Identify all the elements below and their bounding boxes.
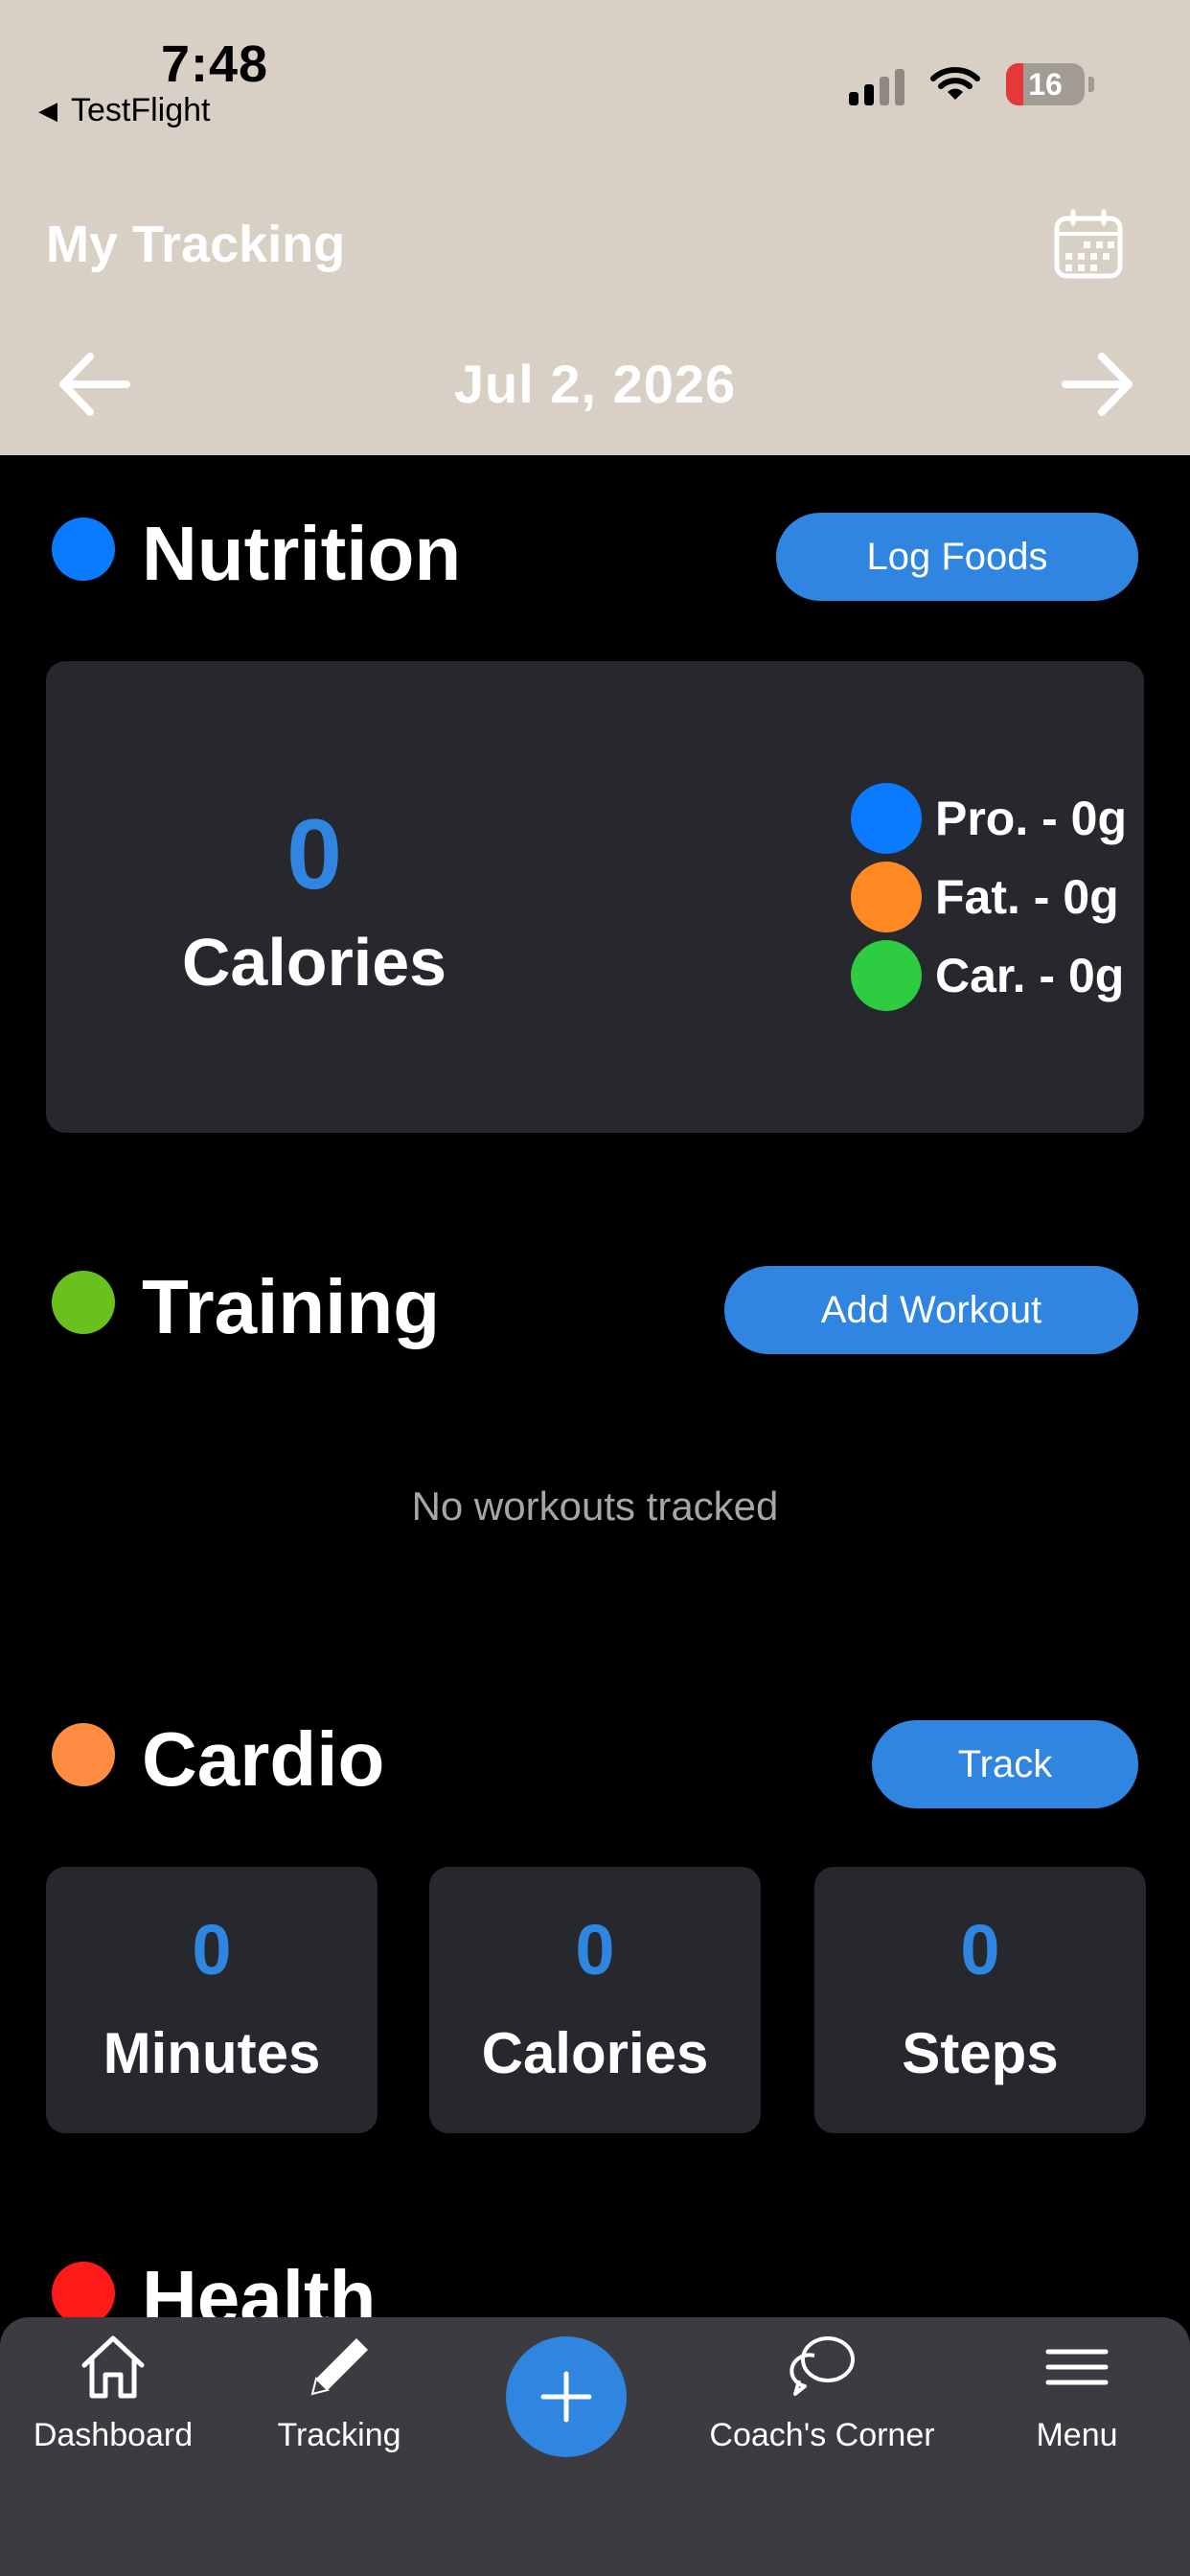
protein-dot <box>851 783 922 854</box>
home-icon <box>81 2335 145 2399</box>
training-dot <box>52 1271 115 1334</box>
calories-summary: 0 Calories <box>46 805 583 1000</box>
cardio-title: Cardio <box>142 1716 385 1802</box>
fat-dot <box>851 862 922 932</box>
status-icons: 16 <box>849 63 1094 105</box>
protein-label: Pro. - 0g <box>935 792 1128 845</box>
bottom-tab-bar: Dashboard Tracking Coach's Corner Menu <box>0 2317 1190 2576</box>
tab-tracking-label: Tracking <box>277 2417 401 2453</box>
macro-fat: Fat. - 0g <box>851 862 1119 932</box>
battery-level: 16 <box>1028 66 1063 102</box>
nutrition-title: Nutrition <box>142 511 462 596</box>
minutes-label: Minutes <box>103 2021 321 2085</box>
next-day-arrow-icon[interactable] <box>1060 351 1136 418</box>
page-title: My Tracking <box>46 216 346 273</box>
cardio-calories-value: 0 <box>575 1910 615 1990</box>
macro-carbs: Car. - 0g <box>851 940 1124 1011</box>
chat-bubbles-icon <box>790 2336 855 2396</box>
plus-icon <box>540 2371 592 2423</box>
back-triangle-icon: ◀ <box>38 96 57 125</box>
carbs-dot <box>851 940 922 1011</box>
battery-tip <box>1088 77 1094 92</box>
tab-tracking[interactable]: Tracking <box>224 2317 454 2454</box>
training-title: Training <box>142 1264 441 1349</box>
tab-coachs-corner-label: Coach's Corner <box>709 2417 935 2453</box>
tab-menu-label: Menu <box>1036 2417 1118 2453</box>
track-cardio-button[interactable]: Track <box>872 1720 1138 1808</box>
tracking-screen: 7:48 ◀ TestFlight 16 My Tracking Jul 2, … <box>0 0 1190 2576</box>
back-to-testflight[interactable]: ◀ TestFlight <box>38 92 211 129</box>
wifi-icon <box>930 67 980 100</box>
health-dot <box>52 2262 115 2325</box>
top-header: 7:48 ◀ TestFlight 16 My Tracking Jul 2, … <box>0 0 1190 455</box>
minutes-value: 0 <box>192 1910 232 1990</box>
battery-icon: 16 <box>1006 63 1085 105</box>
tab-coachs-corner[interactable]: Coach's Corner <box>707 2317 937 2454</box>
tab-dashboard[interactable]: Dashboard <box>0 2317 228 2454</box>
cardio-calories-label: Calories <box>481 2021 709 2085</box>
status-time: 7:48 <box>161 35 269 93</box>
back-app-label: TestFlight <box>71 92 211 128</box>
cardio-dot <box>52 1723 115 1786</box>
cardio-steps-card: 0 Steps <box>814 1867 1146 2133</box>
nutrition-dot <box>52 518 115 581</box>
cardio-calories-card: 0 Calories <box>429 1867 761 2133</box>
current-date[interactable]: Jul 2, 2026 <box>0 353 1190 415</box>
calendar-icon[interactable] <box>1052 209 1125 282</box>
hamburger-icon <box>1045 2349 1109 2385</box>
carbs-label: Car. - 0g <box>935 949 1125 1002</box>
macro-protein: Pro. - 0g <box>851 783 1127 854</box>
cardio-minutes-card: 0 Minutes <box>46 1867 378 2133</box>
tab-menu[interactable]: Menu <box>962 2317 1190 2454</box>
pencil-icon <box>310 2338 368 2396</box>
add-entry-button[interactable] <box>506 2336 627 2457</box>
steps-value: 0 <box>960 1910 1000 1990</box>
calories-value: 0 <box>286 799 342 910</box>
cell-signal-icon <box>849 63 904 105</box>
fat-label: Fat. - 0g <box>935 870 1119 924</box>
calories-label: Calories <box>181 925 447 1000</box>
add-workout-button[interactable]: Add Workout <box>724 1266 1138 1354</box>
tab-dashboard-label: Dashboard <box>33 2417 194 2453</box>
no-workouts-text: No workouts tracked <box>411 1484 779 1529</box>
steps-label: Steps <box>902 2021 1059 2085</box>
log-foods-button[interactable]: Log Foods <box>776 513 1138 601</box>
